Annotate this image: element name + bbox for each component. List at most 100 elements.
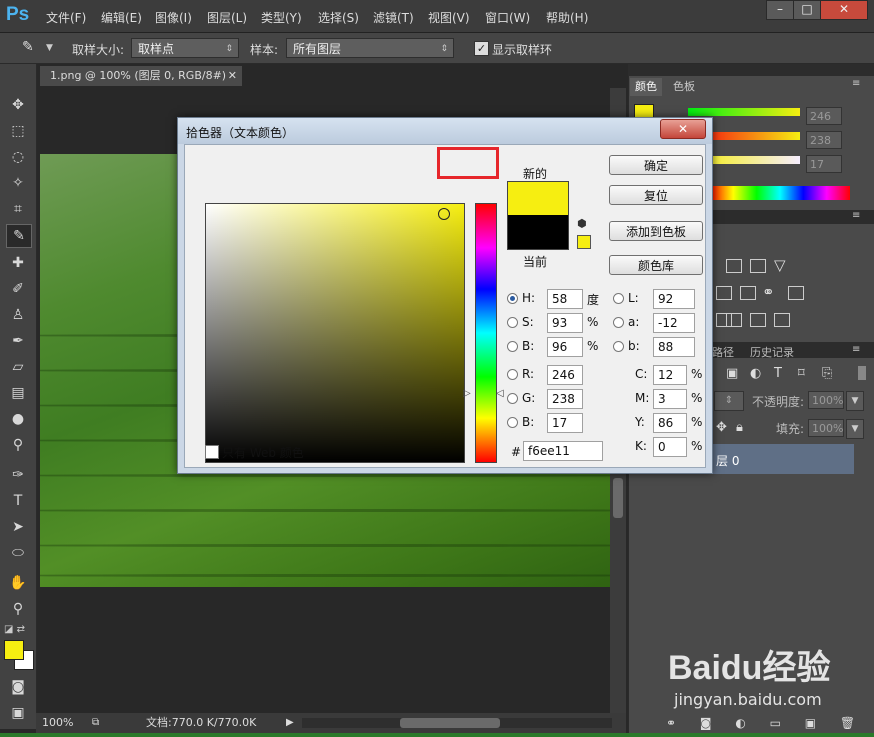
sample-select[interactable]: 所有图层 ⇕	[286, 38, 454, 58]
color-libraries-button[interactable]: 颜色库	[609, 255, 703, 275]
tab-paths[interactable]: 路径	[712, 344, 734, 360]
menu-window[interactable]: 窗口(W)	[485, 9, 530, 26]
horizontal-scrollbar[interactable]	[302, 718, 612, 728]
hue-slider-right-arrow-icon[interactable]: ◁	[496, 388, 504, 399]
green-value[interactable]: 238	[806, 131, 842, 149]
screen-mode-icon[interactable]: ▣	[6, 702, 30, 724]
blue-input[interactable]: 17	[547, 413, 583, 433]
menu-edit[interactable]: 编辑(E)	[101, 9, 142, 26]
hue-input[interactable]: 58	[547, 289, 583, 309]
marquee-tool-icon[interactable]: ⬚	[6, 120, 30, 142]
green-radio[interactable]	[507, 393, 518, 404]
type-tool-icon[interactable]: T	[6, 490, 30, 512]
status-menu-arrow-icon[interactable]: ▶	[286, 713, 294, 733]
red-value[interactable]: 246	[806, 107, 842, 125]
tab-color[interactable]: 颜色	[630, 78, 662, 96]
color-ramp[interactable]	[710, 186, 850, 200]
vibrance-icon[interactable]: ▽	[774, 256, 786, 274]
dialog-close-button[interactable]: ✕	[660, 119, 706, 139]
eyedropper-tool-icon[interactable]: ✎	[6, 224, 32, 248]
layers-footer-icons[interactable]: ⚭ ◙ ◐ ▭ ▣ 🗑︎	[666, 716, 865, 730]
quick-select-tool-icon[interactable]: ✧	[6, 172, 30, 194]
lab-a-radio[interactable]	[613, 317, 624, 328]
web-colors-checkbox[interactable]	[205, 445, 219, 459]
menu-file[interactable]: 文件(F)	[46, 9, 86, 26]
menu-help[interactable]: 帮助(H)	[546, 9, 588, 26]
lasso-tool-icon[interactable]: ◌	[6, 146, 30, 168]
color-field-marker[interactable]	[438, 208, 450, 220]
tab-swatches[interactable]: 色板	[668, 78, 700, 96]
lock-all-icon[interactable]: 🔒︎	[736, 420, 743, 435]
opacity-dropdown-icon[interactable]: ▼	[846, 391, 864, 411]
close-tab-icon[interactable]: ✕	[228, 66, 237, 86]
out-of-gamut-cube-icon[interactable]: ⬢	[577, 217, 587, 230]
curves-icon[interactable]	[750, 259, 766, 273]
gradient-map-icon[interactable]	[774, 313, 790, 327]
fill-dropdown-icon[interactable]: ▼	[846, 419, 864, 439]
reset-button[interactable]: 复位	[609, 185, 703, 205]
opacity-value[interactable]: 100%	[808, 391, 844, 409]
move-tool-icon[interactable]: ✥	[6, 94, 30, 116]
horizontal-scrollbar-thumb[interactable]	[400, 718, 500, 728]
menu-type[interactable]: 类型(Y)	[261, 9, 302, 26]
sample-size-select[interactable]: 取样点 ⇕	[131, 38, 239, 58]
brush-tool-icon[interactable]: ✐	[6, 278, 30, 300]
magenta-input[interactable]: 3	[653, 389, 687, 409]
eyedropper-tool-icon[interactable]: ✎	[22, 39, 34, 55]
blue-radio[interactable]	[507, 417, 518, 428]
dodge-tool-icon[interactable]: ⚲	[6, 434, 30, 456]
scrollbar-thumb[interactable]	[613, 478, 623, 518]
quick-mask-icon[interactable]: ◙	[6, 676, 30, 698]
red-slider[interactable]	[688, 108, 800, 116]
black-input[interactable]: 0	[653, 437, 687, 457]
yellow-input[interactable]: 86	[653, 413, 687, 433]
foreground-color-swatch[interactable]	[4, 640, 24, 660]
clone-stamp-tool-icon[interactable]: ♙	[6, 304, 30, 326]
ok-button[interactable]: 确定	[609, 155, 703, 175]
show-ring-checkbox[interactable]: ✓	[474, 41, 489, 56]
cyan-input[interactable]: 12	[653, 365, 687, 385]
document-tab[interactable]: 1.png @ 100% (图层 0, RGB/8#) ✕	[40, 66, 242, 86]
saturation-input[interactable]: 93	[547, 313, 583, 333]
menu-view[interactable]: 视图(V)	[428, 9, 470, 26]
panel-menu-icon[interactable]: ≡	[852, 344, 860, 355]
brightness-radio[interactable]	[507, 341, 518, 352]
hue-radio[interactable]	[507, 293, 518, 304]
menu-layer[interactable]: 图层(L)	[207, 9, 247, 26]
history-brush-tool-icon[interactable]: ✒	[6, 330, 30, 352]
red-radio[interactable]	[507, 369, 518, 380]
tab-history[interactable]: 历史记录	[750, 344, 794, 360]
color-balance-icon[interactable]	[716, 286, 732, 300]
eraser-tool-icon[interactable]: ▱	[6, 356, 30, 378]
menu-filter[interactable]: 滤镜(T)	[373, 9, 414, 26]
levels-icon[interactable]	[726, 259, 742, 273]
maximize-button[interactable]: □	[793, 0, 821, 20]
filter-toggle[interactable]	[858, 366, 866, 380]
threshold-icon[interactable]	[750, 313, 766, 327]
blue-value[interactable]: 17	[806, 155, 842, 173]
filter-adjustment-icon[interactable]: ◐	[750, 366, 761, 381]
gamut-warning-swatch[interactable]	[577, 235, 591, 249]
lab-b-radio[interactable]	[613, 341, 624, 352]
panel-menu-icon[interactable]: ≡	[852, 210, 860, 221]
healing-brush-tool-icon[interactable]: ✚	[6, 252, 30, 274]
zoom-tool-icon[interactable]: ⚲	[6, 598, 30, 620]
filter-shape-icon[interactable]: ⌑	[798, 366, 805, 381]
current-color-swatch[interactable]	[507, 215, 569, 250]
share-icon[interactable]: ⧉	[92, 713, 99, 733]
tool-preset-dropdown-icon[interactable]: ▼	[46, 43, 53, 53]
default-colors-icon[interactable]: ◪ ⇄	[4, 624, 25, 635]
menu-select[interactable]: 选择(S)	[318, 9, 359, 26]
minimize-button[interactable]: –	[766, 0, 794, 20]
blend-mode-select-icon[interactable]: ⇕	[714, 391, 744, 411]
fill-value[interactable]: 100%	[808, 419, 844, 437]
zoom-level[interactable]: 100%	[42, 713, 73, 733]
green-input[interactable]: 238	[547, 389, 583, 409]
lab-a-input[interactable]: -12	[653, 313, 695, 333]
filter-smart-object-icon[interactable]: ⎘	[822, 366, 832, 381]
blur-tool-icon[interactable]: ●	[6, 408, 30, 430]
hand-tool-icon[interactable]: ✋	[6, 572, 30, 594]
hue-slider[interactable]	[475, 203, 497, 463]
ellipse-tool-icon[interactable]: ⬭	[6, 542, 30, 564]
panel-menu-icon[interactable]: ≡	[852, 78, 860, 89]
